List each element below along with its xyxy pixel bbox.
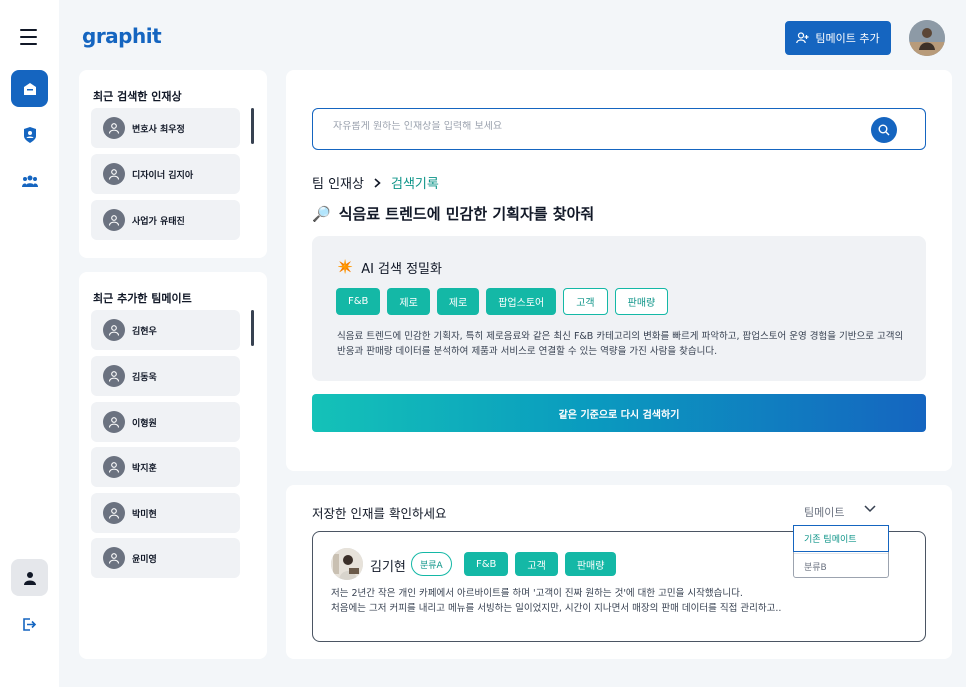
logout-icon [23, 618, 37, 631]
dropdown-option[interactable]: 분류B [794, 553, 888, 579]
rail-logout-button[interactable] [11, 606, 48, 643]
search-input[interactable] [333, 121, 853, 132]
research-again-button[interactable]: 같은 기준으로 다시 검색하기 [312, 394, 926, 432]
recent-search-item[interactable]: 사업가 유태진 [91, 200, 240, 240]
chevron-right-icon [374, 177, 381, 188]
person-icon [103, 365, 125, 387]
add-teammate-button[interactable]: 팀메이트 추가 [785, 21, 891, 55]
keyword-tag[interactable]: 판매량 [614, 288, 669, 315]
dropdown-option-selected[interactable]: 기존 팀메이트 [793, 525, 889, 552]
keyword-tag[interactable]: 팝업스토어 [486, 288, 557, 315]
candidate-description: 저는 2년간 작은 개인 카페에서 아르바이트를 하며 '고객이 진짜 원하는 … [331, 586, 911, 616]
scrollbar[interactable] [251, 108, 254, 144]
teammate-item[interactable]: 김동욱 [91, 356, 240, 396]
sparkle-icon: ✴️ [337, 260, 354, 275]
candidate-description-line: 처음에는 그저 커피를 내리고 메뉴를 서빙하는 일이었지만, 시간이 지나면서… [331, 603, 782, 614]
person-icon [103, 319, 125, 341]
ai-refine-title: ✴️ AI 검색 정밀화 [337, 258, 442, 277]
keyword-tag[interactable]: 고객 [563, 288, 608, 315]
person-name: 디자이너 김지아 [132, 170, 194, 181]
recent-searches-panel: 최근 검색한 인재상 변호사 최우정 디자이너 김지아 사업가 유태진 [79, 70, 267, 258]
breadcrumb-current: 검색기록 [390, 177, 439, 192]
left-rail [0, 0, 59, 687]
search-field [312, 108, 926, 150]
breadcrumb: 팀 인재상 검색기록 [312, 173, 439, 192]
keyword-tag[interactable]: F&B [464, 552, 509, 576]
recent-search-item[interactable]: 변호사 최우정 [91, 108, 240, 148]
ai-tag-list: F&B 제로 제로 팝업스토어 고객 판매량 [336, 288, 669, 315]
teammate-item[interactable]: 박미현 [91, 493, 240, 533]
ai-refine-title-text: AI 검색 정밀화 [361, 262, 442, 277]
candidate-tag-list: F&B 고객 판매량 [464, 552, 617, 576]
magnifier-emoji-icon: 🔎 [312, 204, 331, 223]
rail-home-button[interactable] [11, 70, 48, 107]
team-icon [21, 175, 38, 187]
badge-icon [23, 126, 36, 143]
person-name: 김동욱 [132, 372, 157, 383]
category-badge[interactable]: 분류A [411, 552, 452, 576]
chevron-down-icon[interactable] [864, 505, 876, 513]
keyword-tag[interactable]: 제로 [387, 288, 430, 315]
user-icon [23, 571, 36, 585]
menu-icon[interactable] [20, 29, 37, 45]
app-logo[interactable]: graphit [82, 24, 162, 48]
candidate-photo [331, 548, 363, 580]
person-icon [103, 209, 125, 231]
person-icon [103, 456, 125, 478]
dropdown-menu: 기존 팀메이트 분류B [793, 525, 889, 578]
scrollbar[interactable] [251, 310, 254, 346]
search-icon [878, 124, 890, 136]
candidate-description-line: 저는 2년간 작은 개인 카페에서 아르바이트를 하며 '고객이 진짜 원하는 … [331, 588, 743, 599]
keyword-tag[interactable]: 제로 [436, 288, 480, 315]
candidate-avatar [331, 548, 363, 580]
query-text: 식음료 트렌드에 민감한 기획자를 찾아줘 [338, 205, 595, 223]
teammate-item[interactable]: 박지훈 [91, 447, 240, 487]
person-name: 변호사 최우정 [132, 124, 185, 135]
home-icon [23, 82, 36, 95]
rail-team-button[interactable] [11, 162, 48, 199]
recent-search-item[interactable]: 디자이너 김지아 [91, 154, 240, 194]
ai-refine-description: 식음료 트렌드에 민감한 기획자, 특히 제로음료와 같은 최신 F&B 카테고… [337, 331, 904, 357]
avatar-photo [909, 20, 945, 56]
person-name: 김현우 [132, 326, 157, 337]
recent-teammates-title: 최근 추가한 팀메이트 [93, 292, 192, 305]
recent-searches-title: 최근 검색한 인재상 [93, 90, 182, 103]
person-name: 사업가 유태진 [132, 216, 185, 227]
search-button[interactable] [871, 117, 897, 143]
person-icon [103, 411, 125, 433]
candidate-name: 김기현 [370, 560, 406, 575]
keyword-tag[interactable]: F&B [336, 288, 381, 315]
person-name: 박미현 [132, 509, 157, 520]
teammate-dropdown[interactable]: 팀메이트 [804, 504, 844, 520]
add-teammate-label: 팀메이트 추가 [815, 32, 880, 45]
recent-teammates-panel: 최근 추가한 팀메이트 김현우 김동욱 이형원 박지훈 박미현 윤미영 [79, 272, 267, 659]
user-avatar[interactable] [909, 20, 945, 56]
rail-account-button[interactable] [11, 559, 48, 596]
query-title: 🔎 식음료 트렌드에 민감한 기획자를 찾아줘 [312, 203, 594, 224]
person-name: 박지훈 [132, 463, 157, 474]
person-icon [103, 547, 125, 569]
teammate-item[interactable]: 윤미영 [91, 538, 240, 578]
teammate-item[interactable]: 김현우 [91, 310, 240, 350]
keyword-tag[interactable]: 고객 [515, 552, 558, 576]
person-name: 윤미영 [132, 554, 157, 565]
person-icon [103, 163, 125, 185]
add-user-icon [796, 32, 809, 44]
teammate-item[interactable]: 이형원 [91, 402, 240, 442]
person-name: 이형원 [132, 418, 157, 429]
person-icon [103, 502, 125, 524]
keyword-tag[interactable]: 판매량 [564, 552, 617, 576]
rail-profile-button[interactable] [11, 116, 48, 153]
breadcrumb-root[interactable]: 팀 인재상 [312, 173, 364, 192]
person-icon [103, 117, 125, 139]
ai-refine-box: ✴️ AI 검색 정밀화 F&B 제로 제로 팝업스토어 고객 판매량 식음료 … [312, 236, 926, 381]
saved-title: 저장한 인재를 확인하세요 [312, 506, 447, 521]
